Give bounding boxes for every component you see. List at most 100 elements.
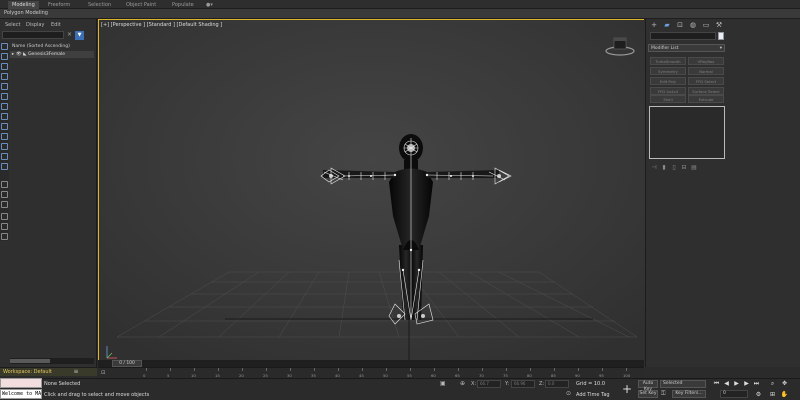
modifier-list-dropdown[interactable]: Modifier List ▾ (648, 44, 725, 52)
maxscript-listener-input[interactable] (0, 378, 42, 388)
explorer-menu-edit[interactable]: Edit (51, 22, 61, 28)
edit-poly-button[interactable]: Edit Poly (650, 77, 686, 85)
time-tag-icon[interactable]: ⊙ (566, 390, 571, 397)
key-icon[interactable]: ⚿ (661, 390, 666, 398)
explorer-menu-select[interactable]: Select (5, 22, 20, 28)
vraybox-button[interactable]: VRayBox (688, 57, 724, 65)
modify-tab-icon[interactable]: ▰ (662, 21, 672, 30)
display-all-icon[interactable] (1, 53, 8, 60)
explorer-column-header[interactable]: Name (Sorted Ascending) (10, 43, 94, 50)
go-to-start-icon[interactable]: ⏮ (712, 379, 721, 388)
add-time-tag[interactable]: Add Time Tag (576, 392, 610, 398)
find-icon[interactable] (1, 213, 8, 220)
sort-icon[interactable] (1, 201, 8, 208)
zoom-icon[interactable]: ⌕ (768, 379, 777, 388)
motion-tab-icon[interactable]: ◍ (688, 21, 698, 30)
tab-freeform[interactable]: Freeform (44, 1, 74, 9)
surface-select-button[interactable]: Surface Select (688, 87, 724, 95)
ffd-select-button[interactable]: FFD Select (688, 77, 724, 85)
visibility-icon[interactable]: 👁 (16, 52, 22, 57)
absolute-mode-icon[interactable]: ⊕ (460, 380, 465, 387)
ffd-4x4x4-button[interactable]: FFD 4x4x4 (650, 87, 686, 95)
current-frame-field[interactable]: 0 (720, 390, 748, 398)
hierarchy-icon[interactable] (1, 191, 8, 198)
x-coordinate-field[interactable]: 66.7 (477, 380, 501, 388)
tab-selection[interactable]: Selection (84, 1, 115, 9)
layer-icon[interactable] (1, 181, 8, 188)
time-config-icon[interactable]: ⚙ (754, 390, 763, 399)
tab-populate[interactable]: Populate (168, 1, 198, 9)
next-frame-icon[interactable]: ▶ (742, 379, 751, 388)
time-slider-thumb[interactable]: 0 / 100 (112, 360, 142, 367)
z-coordinate-field[interactable]: 0.0 (545, 380, 569, 388)
explorer-search-input[interactable] (2, 31, 64, 39)
light-filter-icon[interactable] (1, 93, 8, 100)
trackbar-tick (458, 368, 459, 371)
turbosmooth-button[interactable]: TurboSmooth (650, 57, 686, 65)
set-key-button[interactable]: Set Key (638, 390, 658, 398)
scrollbar-thumb[interactable] (10, 359, 50, 363)
utilities-tab-icon[interactable]: ⚒ (714, 21, 724, 30)
create-tab-icon[interactable]: + (649, 21, 659, 30)
shape-filter-icon[interactable] (1, 83, 8, 90)
select-similar-icon[interactable] (1, 223, 8, 230)
perspective-viewport[interactable]: [+] [Perspective ] [Standard ] [Default … (98, 19, 645, 368)
orbit-icon[interactable]: ✥ (780, 379, 789, 388)
ribbon-subtitle[interactable]: Polygon Modeling (4, 10, 48, 16)
hierarchy-tab-icon[interactable]: ⊡ (675, 21, 685, 30)
group-filter-icon[interactable] (1, 133, 8, 140)
modifier-stack[interactable] (649, 106, 725, 159)
ribbon-options-icon[interactable]: ●▾ (202, 1, 217, 9)
tab-object-paint[interactable]: Object Paint (122, 1, 160, 9)
configure-modifier-sets-icon[interactable]: ▤ (690, 164, 698, 171)
explorer-scrollbar[interactable] (10, 358, 94, 364)
geometry-filter-icon[interactable] (1, 73, 8, 80)
viewport-label[interactable]: [+] [Perspective ] [Standard ] [Default … (101, 22, 222, 28)
zoom-extents-icon[interactable]: ⊞ (768, 390, 777, 399)
layers-icon[interactable]: ≡ (72, 368, 80, 376)
clear-search-icon[interactable]: × (66, 31, 73, 39)
shell-button[interactable]: Shell (650, 95, 686, 103)
maxscript-output[interactable]: Welcome to MAXScript (0, 389, 42, 399)
previous-frame-icon[interactable]: ◀ (722, 379, 731, 388)
container-filter-icon[interactable] (1, 163, 8, 170)
xref-filter-icon[interactable] (1, 143, 8, 150)
symmetry-button[interactable]: Symmetry (650, 67, 686, 75)
make-unique-icon[interactable]: ▯ (670, 164, 678, 171)
go-to-end-icon[interactable]: ⏭ (752, 379, 761, 388)
add-key-icon[interactable]: + (622, 382, 632, 396)
trackbar-filter-icon[interactable]: ⊡ (101, 370, 105, 376)
remove-modifier-icon[interactable]: ⊟ (680, 164, 688, 171)
track-bar[interactable]: ⊡ 0 5 10 15 20 25 30 35 40 45 50 55 60 65 70 75 80 85 90 95… (98, 367, 644, 378)
workspace-selector[interactable]: Workspace: Default (0, 367, 97, 376)
viewcube-icon[interactable] (605, 34, 635, 56)
key-mode-dropdown[interactable]: Selected (660, 380, 706, 388)
filter-icon[interactable]: ▼ (75, 31, 84, 40)
explorer-row[interactable]: ▸ 👁 ◣ Genesis3Female (10, 51, 94, 58)
pan-icon[interactable]: ✋ (780, 390, 789, 399)
y-coordinate-field[interactable]: 66.96 (511, 380, 535, 388)
spacewarp-filter-icon[interactable] (1, 123, 8, 130)
play-icon[interactable]: ▶ (732, 379, 741, 388)
display-none-icon[interactable] (1, 43, 8, 50)
time-slider[interactable]: 0 / 100 (98, 360, 644, 367)
camera-filter-icon[interactable] (1, 103, 8, 110)
isolate-icon[interactable]: ▣ (440, 380, 446, 387)
display-invert-icon[interactable] (1, 63, 8, 70)
object-color-swatch[interactable] (718, 32, 724, 40)
extrude-button[interactable]: Extrude (688, 95, 724, 103)
display-tab-icon[interactable]: ▭ (701, 21, 711, 30)
normal-button[interactable]: Normal (688, 67, 724, 75)
helper-filter-icon[interactable] (1, 113, 8, 120)
prompt-line: Click and drag to select and move object… (44, 392, 150, 398)
key-filters-button[interactable]: Key Filters... (672, 390, 706, 398)
auto-key-button[interactable]: Auto Key (638, 380, 658, 392)
show-end-result-icon[interactable]: ▮ (660, 164, 668, 171)
tab-modeling[interactable]: Modeling (8, 1, 39, 9)
pin-stack-icon[interactable]: ⊣ (650, 164, 658, 171)
explorer-menu-display[interactable]: Display (26, 22, 44, 28)
explorer-toolbar (0, 41, 9, 241)
folder-icon[interactable] (1, 233, 8, 240)
object-name-field[interactable] (650, 32, 716, 40)
bone-filter-icon[interactable] (1, 153, 8, 160)
